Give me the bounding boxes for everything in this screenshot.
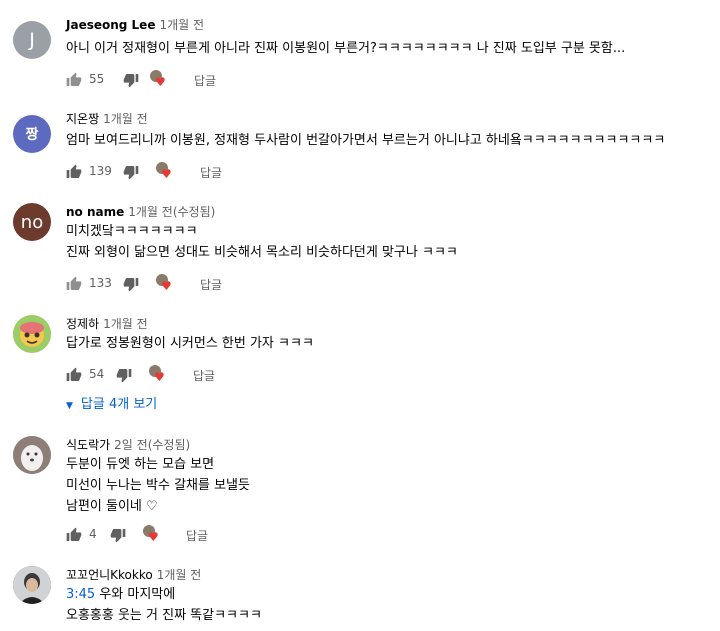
thumbs-down-icon <box>123 166 139 180</box>
creator-heart-icon: ♥ <box>149 365 169 385</box>
comment-line: 우와 마지막에 <box>95 587 176 602</box>
thumbs-up-icon <box>66 527 82 541</box>
smiley-face-icon <box>13 315 51 353</box>
thumbs-down-icon <box>123 74 139 88</box>
comment-line: 답가로 정봉원형이 시커먼스 한번 가자 ㅋㅋㅋ <box>66 336 314 351</box>
comment-line: 두분이 듀엣 하는 모습 보면 <box>66 457 215 472</box>
comment-time[interactable]: 1개월 전 <box>157 568 202 582</box>
comment-time[interactable]: 1개월 전(수정됨) <box>128 205 215 219</box>
thumbs-down-icon <box>110 529 126 543</box>
dislike-button[interactable] <box>116 365 132 385</box>
creator-heart-icon: ♥ <box>143 525 163 545</box>
avatar[interactable]: J <box>13 21 51 59</box>
author-name[interactable]: 꼬꼬언니Kkokko <box>66 568 153 582</box>
comment-text: 두분이 듀엣 하는 모습 보면 미선이 누나는 박수 갈채를 보낼듯 남편이 둘… <box>66 454 250 517</box>
creator-heart-icon: ♥ <box>156 162 176 182</box>
comment-time[interactable]: 1개월 전 <box>159 18 204 32</box>
comment-text: 3:45 우와 마지막에 오홍홍홍 웃는 거 진짜 똑같ㅋㅋㅋㅋ <box>66 584 262 626</box>
comment-time[interactable]: 1개월 전 <box>103 317 148 331</box>
author-name[interactable]: 지온짱 <box>66 112 99 126</box>
thumbs-down-icon <box>123 278 139 292</box>
dislike-button[interactable] <box>123 162 139 182</box>
avatar[interactable] <box>13 315 51 353</box>
comment-header: 지온짱 1개월 전 <box>66 110 148 127</box>
author-name[interactable]: Jaeseong Lee <box>66 18 155 32</box>
avatar-letter: no <box>20 211 44 233</box>
comment-actions: 4 ♥ 답글 <box>66 525 366 545</box>
view-replies-button[interactable]: ▼ 답글 4개 보기 <box>66 393 157 412</box>
comment-line: 미치겠닼ㅋㅋㅋㅋㅋㅋㅋ <box>66 224 198 239</box>
avatar[interactable]: no <box>13 203 51 241</box>
like-count: 55 <box>89 72 105 86</box>
dislike-button[interactable] <box>123 70 139 90</box>
like-button[interactable] <box>66 365 82 385</box>
like-button[interactable] <box>66 70 82 90</box>
author-name[interactable]: 정제하 <box>66 317 99 331</box>
reply-button[interactable]: 답글 <box>186 527 208 544</box>
thumbs-up-icon <box>66 164 82 178</box>
like-count: 139 <box>89 164 112 178</box>
comment-header: Jaeseong Lee 1개월 전 <box>66 16 204 33</box>
like-count: 54 <box>89 367 105 381</box>
comment-time[interactable]: 1개월 전 <box>103 112 148 126</box>
like-count: 133 <box>89 276 112 290</box>
thumbs-up-icon <box>66 367 82 381</box>
author-name[interactable]: no name <box>66 205 124 219</box>
comment-time[interactable]: 2일 전(수정됨) <box>114 438 190 452</box>
person-photo-icon <box>13 566 51 604</box>
comment-text: 미치겠닼ㅋㅋㅋㅋㅋㅋㅋ 진짜 외형이 닮으면 성대도 비슷해서 목소리 비슷하다… <box>66 221 458 263</box>
comment-line: 미선이 누나는 박수 갈채를 보낼듯 <box>66 478 250 493</box>
reply-button[interactable]: 답글 <box>193 367 215 384</box>
comment-header: 식도락가 2일 전(수정됨) <box>66 436 190 453</box>
comment-header: 꼬꼬언니Kkokko 1개월 전 <box>66 566 201 583</box>
thumbs-up-icon <box>66 276 82 290</box>
thumbs-up-icon <box>66 72 82 86</box>
reply-button[interactable]: 답글 <box>200 276 222 293</box>
caret-down-icon: ▼ <box>66 401 73 411</box>
reply-button[interactable]: 답글 <box>194 72 216 89</box>
like-button[interactable] <box>66 162 82 182</box>
thumbs-down-icon <box>116 369 132 383</box>
avatar[interactable] <box>13 566 51 604</box>
comment-line: 진짜 외형이 닮으면 성대도 비슷해서 목소리 비슷하다던게 맞구나 ㅋㅋㅋ <box>66 245 458 260</box>
comment-actions: 139 ♥ 답글 <box>66 162 366 182</box>
author-name[interactable]: 식도락가 <box>66 438 110 452</box>
timestamp-link[interactable]: 3:45 <box>66 587 95 602</box>
creator-heart-icon: ♥ <box>156 274 176 294</box>
comment-text: 엄마 보여드리니까 이봉원, 정재형 두사람이 번갈아가면서 부르는거 아니냐고… <box>66 130 665 151</box>
avatar[interactable] <box>13 436 51 474</box>
dog-photo-icon <box>13 436 51 474</box>
comment-header: no name 1개월 전(수정됨) <box>66 203 215 220</box>
view-replies-label: 답글 4개 보기 <box>80 397 158 412</box>
dislike-button[interactable] <box>110 525 126 545</box>
reply-button[interactable]: 답글 <box>200 164 222 181</box>
comment-actions: 55 ♥ 답글 <box>66 70 366 90</box>
like-count: 4 <box>89 527 97 541</box>
comment-line: 아니 이거 정재형이 부른게 아니라 진짜 이봉원이 부른거?ㅋㅋㅋㅋㅋㅋㅋㅋ … <box>66 41 626 56</box>
dislike-button[interactable] <box>123 274 139 294</box>
creator-heart-icon: ♥ <box>150 70 170 90</box>
like-button[interactable] <box>66 525 82 545</box>
comment-text: 아니 이거 정재형이 부른게 아니라 진짜 이봉원이 부른거?ㅋㅋㅋㅋㅋㅋㅋㅋ … <box>66 38 625 59</box>
avatar[interactable]: 짱 <box>13 115 51 153</box>
avatar-letter: J <box>29 29 35 51</box>
comment-text: 답가로 정봉원형이 시커먼스 한번 가자 ㅋㅋㅋ <box>66 333 314 354</box>
comment-actions: 133 ♥ 답글 <box>66 274 366 294</box>
comment-actions: 54 ♥ 답글 <box>66 365 366 385</box>
comment-line: 오홍홍홍 웃는 거 진짜 똑같ㅋㅋㅋㅋ <box>66 608 262 623</box>
comment-header: 정제하 1개월 전 <box>66 315 148 332</box>
comment-line: 남편이 둘이네 ♡ <box>66 499 158 514</box>
comment-line: 엄마 보여드리니까 이봉원, 정재형 두사람이 번갈아가면서 부르는거 아니냐고… <box>66 133 666 148</box>
avatar-letter: 짱 <box>25 127 39 143</box>
like-button[interactable] <box>66 274 82 294</box>
